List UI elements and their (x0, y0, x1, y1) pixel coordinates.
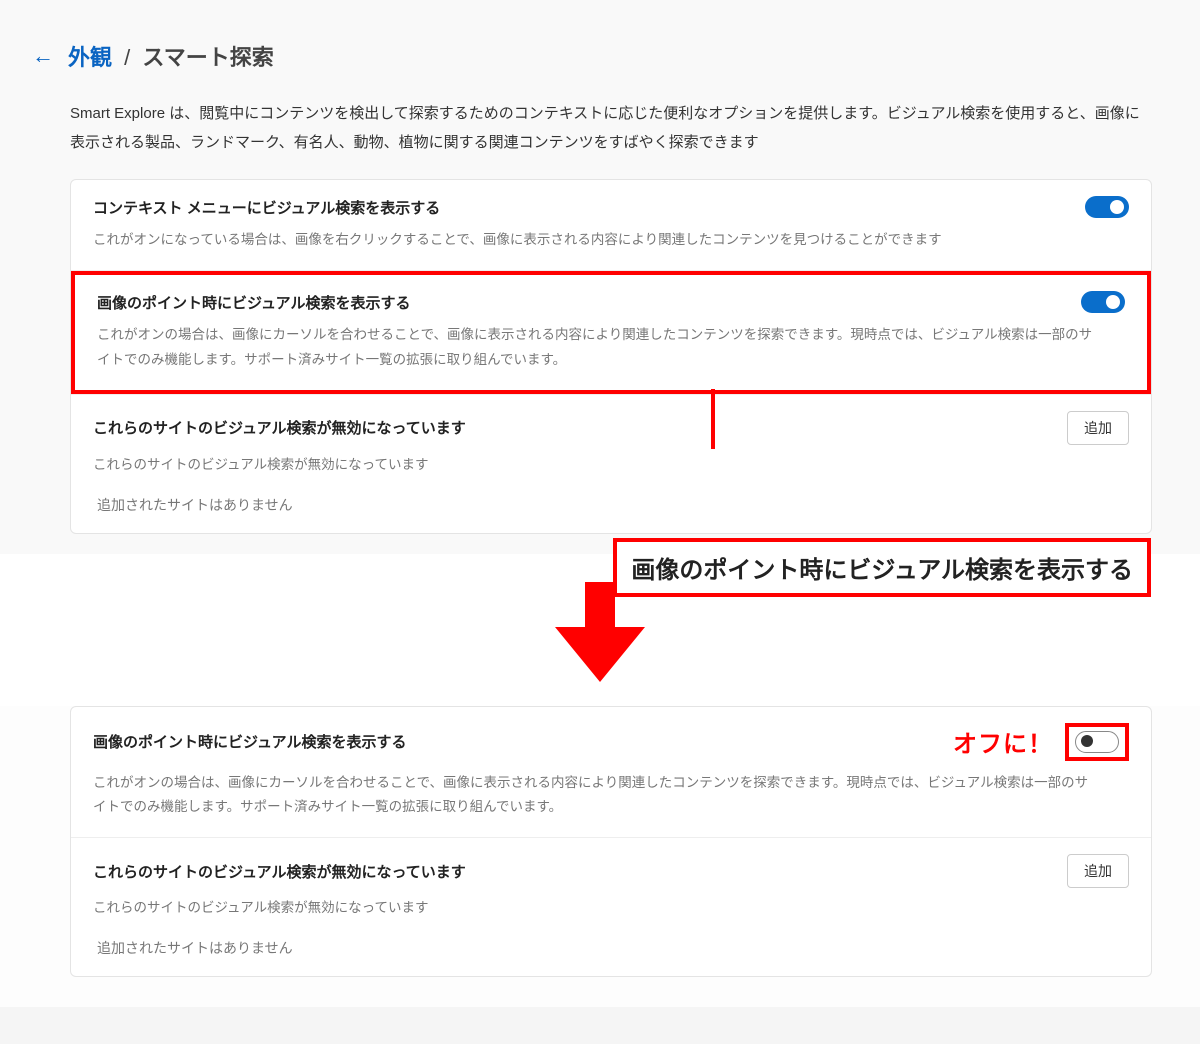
setting-description: これがオンになっている場合は、画像を右クリックすることで、画像に表示される内容に… (93, 228, 1093, 252)
setting-description: これがオンの場合は、画像にカーソルを合わせることで、画像に表示される内容により関… (93, 771, 1093, 820)
down-arrow-icon (555, 582, 645, 682)
annotation-callout-label: 画像のポイント時にビジュアル検索を表示する (613, 538, 1151, 597)
toggle-context-menu-visual-search[interactable] (1085, 196, 1129, 218)
add-site-button[interactable]: 追加 (1067, 411, 1129, 445)
setting-description: これらのサイトのビジュアル検索が無効になっています (93, 896, 1129, 916)
breadcrumb-current: スマート探索 (142, 45, 273, 70)
setting-row-hover-visual-search: 画像のポイント時にビジュアル検索を表示する これがオンの場合は、画像にカーソルを… (71, 270, 1151, 394)
setting-title: 画像のポイント時にビジュアル検索を表示する (97, 292, 411, 313)
annotation-toggle-highlight (1065, 723, 1129, 761)
setting-title: これらのサイトのビジュアル検索が無効になっています (93, 861, 466, 882)
add-site-button[interactable]: 追加 (1067, 854, 1129, 888)
setting-row-hover-visual-search: 画像のポイント時にビジュアル検索を表示する オフに！ これがオンの場合は、画像に… (71, 707, 1151, 838)
setting-row-context-menu-visual-search: コンテキスト メニューにビジュアル検索を表示する これがオンになっている場合は、… (71, 180, 1151, 270)
breadcrumb-separator: / (118, 45, 136, 70)
after-state-panel: 画像のポイント時にビジュアル検索を表示する オフに！ これがオンの場合は、画像に… (0, 706, 1200, 1008)
settings-card: コンテキスト メニューにビジュアル検索を表示する これがオンになっている場合は、… (70, 179, 1152, 534)
annotation-highlight-box: 画像のポイント時にビジュアル検索を表示する これがオンの場合は、画像にカーソルを… (71, 271, 1151, 394)
before-state-panel: ← 外観 / スマート探索 Smart Explore は、閲覧中にコンテンツを… (0, 0, 1200, 554)
setting-row-disabled-sites: これらのサイトのビジュアル検索が無効になっています 追加 これらのサイトのビジュ… (71, 837, 1151, 976)
setting-title: コンテキスト メニューにビジュアル検索を表示する (93, 197, 440, 218)
empty-sites-message: 追加されたサイトはありません (93, 495, 1129, 515)
empty-sites-message: 追加されたサイトはありません (93, 938, 1129, 958)
settings-card: 画像のポイント時にビジュアル検索を表示する オフに！ これがオンの場合は、画像に… (70, 706, 1152, 978)
breadcrumb: ← 外観 / スマート探索 (0, 40, 1200, 82)
toggle-hover-visual-search[interactable] (1081, 291, 1125, 313)
back-arrow-icon[interactable]: ← (32, 43, 54, 69)
annotation-off-label: オフに！ (953, 724, 1053, 759)
annotation-connector-line (711, 389, 715, 449)
page-description: Smart Explore は、閲覧中にコンテンツを検出して探索するためのコンテ… (0, 82, 1200, 179)
setting-description: これらのサイトのビジュアル検索が無効になっています (93, 453, 1129, 473)
toggle-hover-visual-search[interactable] (1075, 731, 1119, 753)
setting-row-disabled-sites: これらのサイトのビジュアル検索が無効になっています 追加 これらのサイトのビジュ… (71, 394, 1151, 533)
setting-title: これらのサイトのビジュアル検索が無効になっています (93, 417, 466, 438)
breadcrumb-link-appearance[interactable]: 外観 (68, 45, 112, 70)
setting-description: これがオンの場合は、画像にカーソルを合わせることで、画像に表示される内容により関… (97, 323, 1097, 372)
setting-title: 画像のポイント時にビジュアル検索を表示する (93, 731, 407, 752)
